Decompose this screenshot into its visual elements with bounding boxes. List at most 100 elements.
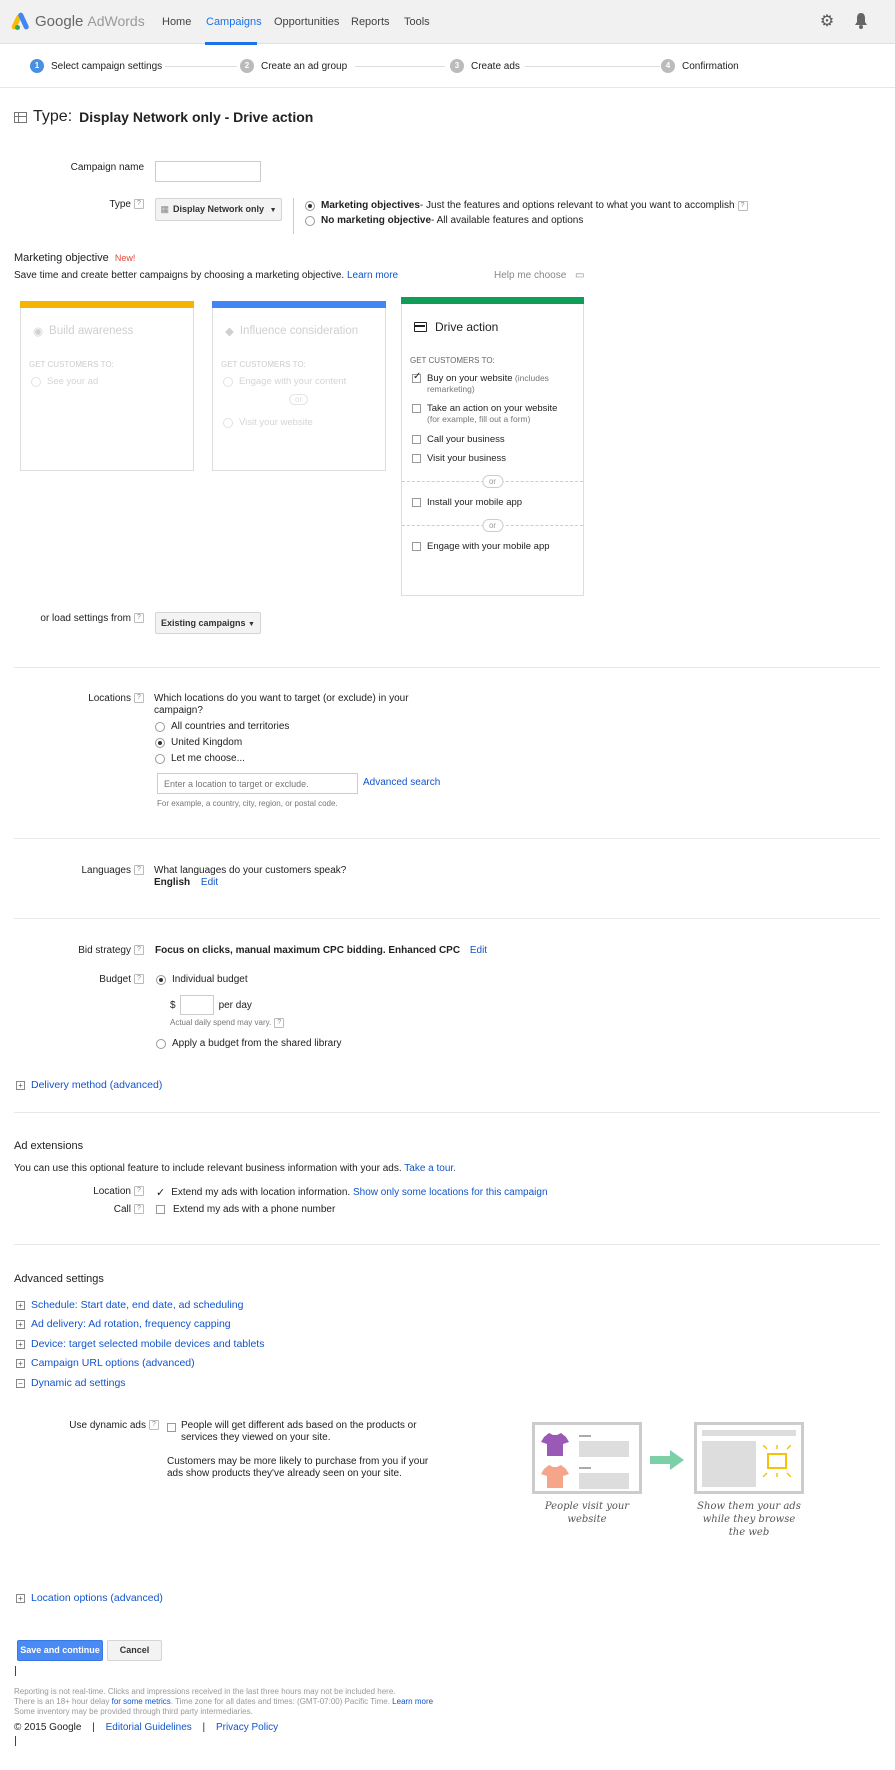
help-icon[interactable]: ? — [134, 974, 144, 985]
radio-no-objective[interactable] — [305, 215, 315, 226]
checkbox-visit-business[interactable] — [412, 454, 421, 463]
ext-call-row[interactable]: Extend my ads with a phone number — [156, 1204, 335, 1215]
privacy-policy-link[interactable]: Privacy Policy — [216, 1722, 278, 1733]
dynamic-label: Use dynamic ads — [69, 1420, 146, 1431]
delivery-method-link[interactable]: Delivery method (advanced) — [31, 1079, 162, 1091]
arrow-right-icon — [650, 1450, 684, 1470]
type-option-objectives[interactable]: Marketing objectives - Just the features… — [305, 200, 748, 211]
ext-location-link[interactable]: Show only some locations for this campai… — [353, 1187, 548, 1198]
help-icon[interactable]: ? — [134, 945, 144, 956]
advanced-item-schedule[interactable]: + Schedule: Start date, end date, ad sche… — [16, 1299, 244, 1311]
learn-more-link[interactable]: Learn more — [347, 270, 398, 281]
advanced-item-label[interactable]: Dynamic ad settings — [31, 1377, 126, 1389]
type-label: Type — [109, 199, 131, 210]
location-options-link[interactable]: Location options (advanced) — [31, 1592, 163, 1604]
delivery-method-expander[interactable]: + Delivery method (advanced) — [16, 1079, 162, 1091]
nav-campaigns[interactable]: Campaigns — [206, 16, 262, 28]
advanced-item-label[interactable]: Device: target selected mobile devices a… — [31, 1338, 264, 1350]
radio-individual-budget[interactable] — [156, 974, 166, 985]
location-options-expander[interactable]: + Location options (advanced) — [16, 1592, 163, 1604]
checkmark-icon[interactable]: ✓ — [156, 1186, 165, 1199]
radio-united-kingdom[interactable] — [155, 737, 165, 748]
radio-shared-budget[interactable] — [156, 1038, 166, 1049]
option-label: Install your mobile app — [427, 497, 523, 508]
bid-label-row: Bid strategy? — [40, 945, 144, 956]
type-dropdown[interactable]: ▦ Display Network only ▼ — [155, 198, 282, 221]
load-settings-label-row: or load settings from? — [20, 613, 144, 624]
checkbox-call-extension[interactable] — [156, 1205, 165, 1214]
location-option-choose[interactable]: Let me choose... — [155, 753, 245, 764]
budget-option-shared[interactable]: Apply a budget from the shared library — [156, 1038, 342, 1049]
objective-card-drive-action[interactable]: Drive action GET CUSTOMERS TO: Buy on yo… — [401, 297, 584, 596]
bid-edit-link[interactable]: Edit — [470, 945, 487, 956]
advanced-item-ad-delivery[interactable]: + Ad delivery: Ad rotation, frequency cap… — [16, 1318, 231, 1330]
help-icon[interactable]: ? — [737, 200, 748, 211]
location-option-uk[interactable]: United Kingdom — [155, 737, 242, 748]
checkbox-call-business[interactable] — [412, 435, 421, 444]
campaign-name-input[interactable] — [155, 161, 261, 182]
expand-icon: + — [16, 1300, 25, 1310]
or-separator-line: or — [402, 475, 583, 488]
budget-option-individual[interactable]: Individual budget — [156, 974, 248, 985]
advanced-item-label[interactable]: Schedule: Start date, end date, ad sched… — [31, 1299, 244, 1311]
help-icon[interactable]: ? — [149, 1420, 159, 1431]
advanced-item-label[interactable]: Campaign URL options (advanced) — [31, 1357, 195, 1369]
help-icon[interactable]: ? — [274, 1018, 285, 1028]
radio-all-countries[interactable] — [155, 721, 165, 732]
card-title-row: Drive action — [414, 320, 498, 334]
help-me-choose[interactable]: Help me choose ▭ — [494, 270, 585, 281]
advanced-item-device[interactable]: + Device: target selected mobile devices … — [16, 1338, 264, 1350]
help-icon[interactable]: ? — [134, 865, 144, 876]
cancel-button[interactable]: Cancel — [107, 1640, 162, 1661]
objective-card-consideration[interactable]: ◆ Influence consideration GET CUSTOMERS T… — [212, 301, 386, 471]
nav-tools[interactable]: Tools — [404, 16, 430, 28]
option-call-business[interactable]: Call your business — [412, 434, 505, 445]
languages-edit-link[interactable]: Edit — [201, 877, 218, 888]
adwords-logo[interactable]: Google AdWords — [10, 11, 145, 31]
type-option-none[interactable]: No marketing objective - All available f… — [305, 215, 583, 226]
advanced-item-url-options[interactable]: + Campaign URL options (advanced) — [16, 1357, 195, 1369]
checkbox-dynamic-ads[interactable] — [167, 1422, 176, 1432]
locations-label-row: Locations? — [40, 693, 144, 704]
chevron-down-icon: ▼ — [248, 621, 255, 628]
advanced-item-label[interactable]: Ad delivery: Ad rotation, frequency capp… — [31, 1318, 231, 1330]
help-icon[interactable]: ? — [134, 613, 144, 624]
footer-learn-more-link[interactable]: Learn more — [392, 1697, 433, 1706]
radio-let-me-choose[interactable] — [155, 753, 165, 764]
gear-icon[interactable]: ⚙ — [818, 13, 836, 31]
editorial-guidelines-link[interactable]: Editorial Guidelines — [106, 1722, 192, 1733]
help-icon[interactable]: ? — [134, 1186, 144, 1197]
advanced-search-link[interactable]: Advanced search — [363, 777, 440, 788]
location-search-input[interactable] — [157, 773, 358, 794]
checkbox-buy-on-website[interactable] — [412, 371, 421, 383]
some-metrics-link[interactable]: for some metrics — [112, 1697, 171, 1706]
nav-reports[interactable]: Reports — [351, 16, 390, 28]
budget-amount-input[interactable] — [179, 995, 214, 1015]
checkbox-engage-app[interactable] — [412, 542, 421, 551]
card-option-label: Visit your website — [239, 417, 313, 428]
take-tour-link[interactable]: Take a tour. — [404, 1163, 456, 1174]
checkbox-take-action[interactable] — [412, 404, 421, 413]
help-icon[interactable]: ? — [134, 1204, 144, 1215]
location-option-all[interactable]: All countries and territories — [155, 721, 289, 732]
objective-card-awareness[interactable]: ◉ Build awareness GET CUSTOMERS TO: See y… — [20, 301, 194, 471]
ext-location-row[interactable]: ✓ Extend my ads with location informatio… — [156, 1186, 548, 1199]
checkbox-install-app[interactable] — [412, 498, 421, 507]
save-continue-button[interactable]: Save and continue — [17, 1640, 103, 1661]
radio-objectives[interactable] — [305, 200, 315, 211]
option-take-action[interactable]: Take an action on your website (for examp… — [412, 403, 557, 425]
card-option: Engage with your content — [223, 376, 346, 387]
bell-icon[interactable] — [852, 13, 870, 31]
option-install-app[interactable]: Install your mobile app — [412, 497, 522, 508]
option-buy-on-website[interactable]: Buy on your website (includes remarketin… — [412, 371, 583, 395]
option-label: Let me choose... — [171, 753, 245, 764]
help-icon[interactable]: ? — [134, 199, 144, 210]
step-1[interactable]: 1 Select campaign settings — [30, 59, 162, 73]
nav-opportunities[interactable]: Opportunities — [274, 16, 339, 28]
option-visit-business[interactable]: Visit your business — [412, 453, 506, 464]
existing-campaigns-dropdown[interactable]: Existing campaigns ▼ — [155, 612, 261, 634]
advanced-item-dynamic[interactable]: − Dynamic ad settings — [16, 1377, 126, 1389]
option-engage-app[interactable]: Engage with your mobile app — [412, 541, 550, 552]
nav-home[interactable]: Home — [162, 16, 191, 28]
help-icon[interactable]: ? — [134, 693, 144, 704]
